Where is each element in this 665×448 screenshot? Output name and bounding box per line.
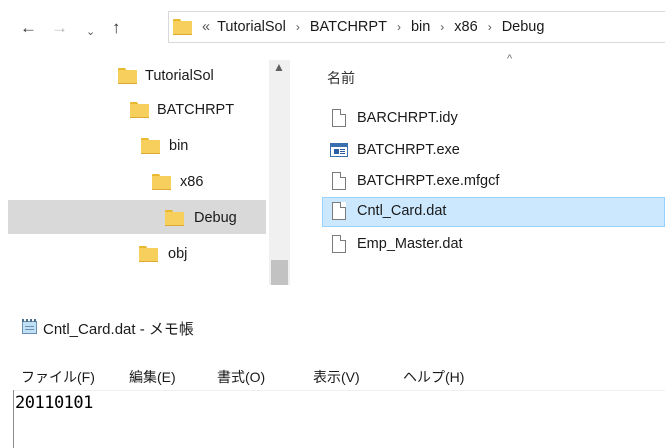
file-explorer-window: ← → ⌄ ↑ « TutorialSol › BATCHRPT › bin ›… [0,0,665,285]
tree-item-label: BATCHRPT [157,102,235,118]
file-name: BARCHRPT.idy [357,110,458,126]
back-button[interactable]: ← [20,18,37,38]
document-icon [332,172,346,190]
tree-item-tutorialsol[interactable]: TutorialSol [118,64,268,90]
menu-view[interactable]: 表示(V) [313,367,360,387]
folder-icon [141,138,160,154]
up-button[interactable]: ↑ [112,18,121,38]
document-icon [332,202,346,220]
tree-item-x86[interactable]: x86 [152,170,268,196]
file-name: BATCHRPT.exe.mfgcf [357,173,500,189]
address-segment-batchrpt[interactable]: BATCHRPT [310,19,387,35]
address-segment-debug[interactable]: Debug [502,19,545,35]
tree-item-bin[interactable]: bin [141,134,268,160]
navigation-tree: TutorialSol BATCHRPT bin x86 Debug obj [0,60,268,285]
column-header-name[interactable]: 名前 [327,68,355,88]
chevron-right-icon[interactable]: › [296,20,300,34]
file-item-barchrpt-idy[interactable]: BARCHRPT.idy [322,104,665,134]
chevron-right-icon[interactable]: › [397,20,401,34]
address-bar[interactable]: « TutorialSol › BATCHRPT › bin › x86 › D… [168,11,665,43]
file-item-emp-master-dat[interactable]: Emp_Master.dat [322,230,665,260]
scrollbar-thumb[interactable] [271,260,288,285]
tree-item-label: TutorialSol [145,68,214,84]
tree-item-label: bin [169,138,189,154]
tree-item-label: Debug [194,210,237,226]
tree-item-batchrpt[interactable]: BATCHRPT [130,98,268,124]
tree-item-obj[interactable]: obj [139,242,268,268]
address-segment-tutorialsol[interactable]: TutorialSol [217,19,286,35]
sort-ascending-icon: ^ [507,53,513,65]
file-name: Cntl_Card.dat [357,203,447,219]
menu-format[interactable]: 書式(O) [217,367,265,387]
menu-edit[interactable]: 編集(E) [129,367,176,387]
tree-item-label: x86 [180,174,204,190]
menu-help[interactable]: ヘルプ(H) [403,367,464,387]
file-item-cntl-card-dat[interactable]: Cntl_Card.dat [322,197,665,227]
address-segment-bin[interactable]: bin [411,19,430,35]
recent-locations-chevron-down-icon[interactable]: ⌄ [86,22,95,42]
folder-icon [165,210,184,226]
file-item-batchrpt-exe-mfgcf[interactable]: BATCHRPT.exe.mfgcf [322,167,665,197]
notepad-icon [21,318,38,335]
forward-button[interactable]: → [51,18,68,38]
tree-scrollbar[interactable] [269,60,290,285]
menu-divider [14,390,665,391]
file-item-batchrpt-exe[interactable]: BATCHRPT.exe [322,136,665,166]
folder-icon [118,68,137,84]
text-editor[interactable]: 20110101 [15,393,93,413]
tree-item-label: obj [168,246,188,262]
file-name: BATCHRPT.exe [357,142,460,158]
application-icon [330,143,348,157]
folder-icon [139,246,158,262]
folder-icon [173,19,192,35]
menu-file[interactable]: ファイル(F) [21,367,95,387]
address-segment-x86[interactable]: x86 [454,19,477,35]
document-icon [332,109,346,127]
editor-border [13,390,14,448]
tree-item-debug[interactable]: Debug [165,206,268,232]
window-title: Cntl_Card.dat - メモ帳 [43,321,194,338]
address-overflow[interactable]: « [202,19,210,35]
file-name: Emp_Master.dat [357,236,463,252]
document-icon [332,235,346,253]
chevron-right-icon[interactable]: › [488,20,492,34]
scroll-up-arrow-icon[interactable]: ▲ [273,60,285,74]
folder-icon [152,174,171,190]
folder-icon [130,102,149,118]
chevron-right-icon[interactable]: › [440,20,444,34]
